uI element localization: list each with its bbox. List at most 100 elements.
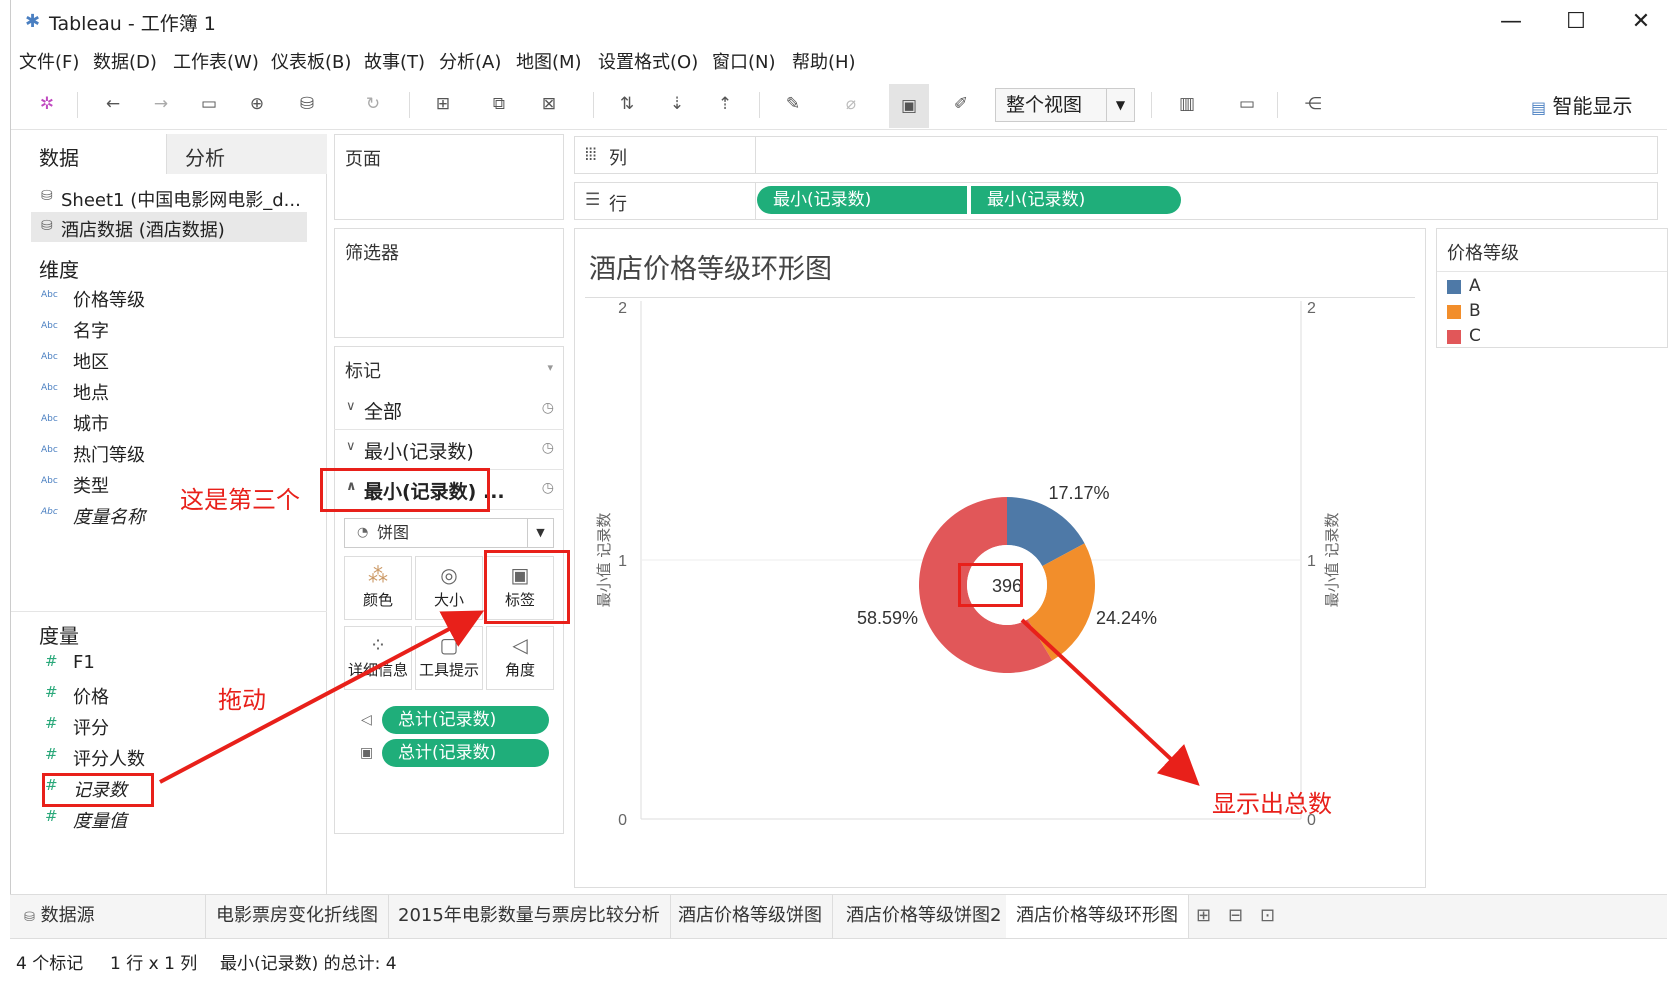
dimension-field[interactable]: Abc 名字: [41, 317, 109, 347]
color-icon: ⁂: [368, 563, 388, 587]
source-hotel[interactable]: ⛁ 酒店数据 (酒店数据): [31, 212, 307, 242]
sort-asc-icon[interactable]: ⇣: [663, 90, 691, 118]
tab-analysis[interactable]: 分析: [166, 134, 327, 174]
annotation-box-marks: [320, 468, 490, 512]
menu-analysis[interactable]: 分析(A): [439, 48, 501, 74]
tab-sheet-active[interactable]: 酒店价格等级环形图: [1006, 895, 1189, 939]
measure-field[interactable]: # F1: [41, 652, 95, 682]
highlight-icon[interactable]: ✎: [779, 90, 807, 118]
menu-map[interactable]: 地图(M): [516, 48, 582, 74]
pages-card[interactable]: 页面: [334, 134, 564, 220]
pin-axis-icon[interactable]: ✐: [947, 90, 975, 118]
dimension-field[interactable]: Abc 地区: [41, 348, 109, 378]
label-pill[interactable]: 总计(记录数): [382, 739, 549, 767]
mark-type-select[interactable]: ◔ 饼图 ▼: [344, 518, 554, 548]
new-datasource-icon[interactable]: ⊕: [243, 90, 271, 118]
legend-swatch: [1447, 280, 1461, 294]
save-icon[interactable]: ▭: [195, 90, 223, 118]
clock-icon: ◷: [541, 440, 554, 456]
dimension-field[interactable]: Abc 热门等级: [41, 441, 145, 471]
dimension-field[interactable]: Abc 地点: [41, 379, 109, 409]
maximize-button[interactable]: ☐: [1551, 6, 1601, 38]
measure-field[interactable]: # 度量值: [41, 807, 127, 837]
menu-help[interactable]: 帮助(H): [792, 48, 856, 74]
measure-field[interactable]: # 评分: [41, 714, 109, 744]
view-fit-select[interactable]: 整个视图 ▼: [995, 88, 1135, 122]
menu-story[interactable]: 故事(T): [364, 48, 425, 74]
new-worksheet-icon[interactable]: ⊞: [429, 90, 457, 118]
angle-pill[interactable]: 总计(记录数): [382, 706, 549, 734]
row-pill[interactable]: 最小(记录数): [971, 186, 1181, 214]
smart-show-icon: ▤: [1531, 98, 1547, 117]
show-labels-icon[interactable]: ▣: [889, 84, 929, 128]
swap-icon[interactable]: ⇅: [613, 90, 641, 118]
clear-sheet-icon[interactable]: ⊠: [535, 90, 563, 118]
dimension-field[interactable]: Abc 度量名称: [41, 503, 145, 533]
new-dashboard-icon[interactable]: ⊟: [1218, 895, 1253, 939]
angle-button[interactable]: ◁ 角度: [486, 626, 554, 690]
menu-window[interactable]: 窗口(N): [712, 48, 776, 74]
show-cards-icon[interactable]: ▥: [1173, 90, 1201, 118]
new-story-icon[interactable]: ⊡: [1250, 895, 1285, 939]
redo-icon[interactable]: →: [147, 90, 175, 118]
legend-item-c[interactable]: C: [1447, 326, 1481, 346]
tab-datasource[interactable]: ⛁ 数据源: [10, 895, 206, 939]
angle-icon: ◁: [512, 633, 528, 657]
legend-item-b[interactable]: B: [1447, 301, 1481, 321]
chevron-down-icon: ▼: [527, 519, 553, 547]
database-icon: ⛁: [41, 218, 53, 234]
presentation-icon[interactable]: ▭: [1233, 90, 1261, 118]
menu-data[interactable]: 数据(D): [93, 48, 157, 74]
group-icon[interactable]: ⌀: [837, 90, 865, 118]
y-tick-left: 1: [618, 553, 627, 570]
legend-swatch: [1447, 330, 1461, 344]
tab-sheet[interactable]: 酒店价格等级饼图2: [836, 895, 1013, 939]
tab-sheet[interactable]: 酒店价格等级饼图: [668, 895, 833, 939]
tooltip-button[interactable]: ▢ 工具提示: [415, 626, 483, 690]
toolbar: ✲ ← → ▭ ⊕ ⛁ ↻ ⊞ ⧉ ⊠ ⇅ ⇣ ⇡ ✎ ⌀ ▣ ✐ ▥ ▭ ⋲: [11, 80, 1667, 130]
row-pill[interactable]: 最小(记录数): [757, 186, 967, 214]
color-legend: 价格等级 A B C: [1436, 228, 1668, 348]
duplicate-sheet-icon[interactable]: ⧉: [485, 90, 513, 118]
view-fit-value: 整个视图: [1006, 94, 1083, 116]
refresh-icon[interactable]: ↻: [359, 90, 387, 118]
detail-button[interactable]: ⁘ 详细信息: [344, 626, 412, 690]
clock-icon: ◷: [541, 480, 554, 496]
menu-dashboard[interactable]: 仪表板(B): [271, 48, 351, 74]
color-button[interactable]: ⁂ 颜色: [344, 556, 412, 620]
y-axis-title-left: 最小值 记录数: [595, 513, 613, 608]
menu-file[interactable]: 文件(F): [19, 48, 79, 74]
menu-worksheet[interactable]: 工作表(W): [173, 48, 259, 74]
share-icon[interactable]: ⋲: [1299, 90, 1327, 118]
tab-sheet[interactable]: 2015年电影数量与票房比较分析: [388, 895, 671, 939]
new-sheet-icon[interactable]: ⊞: [1186, 895, 1221, 939]
sort-desc-icon[interactable]: ⇡: [711, 90, 739, 118]
tooltip-icon: ▢: [439, 633, 459, 657]
menu-format[interactable]: 设置格式(O): [598, 48, 698, 74]
clock-icon: ◷: [541, 400, 554, 416]
chevron-down-icon: ▼: [1106, 89, 1134, 121]
filters-card[interactable]: 筛选器: [334, 228, 564, 338]
marks-layer-all[interactable]: ∨ 全部 ◷: [334, 390, 564, 430]
chevron-down-icon[interactable]: ▾: [547, 361, 553, 374]
measure-field[interactable]: # 评分人数: [41, 745, 145, 775]
tab-data[interactable]: 数据: [11, 134, 166, 174]
smart-show-button[interactable]: ▤ 智能显示: [1531, 90, 1632, 119]
size-button[interactable]: ◎ 大小: [415, 556, 483, 620]
tab-sheet[interactable]: 电影票房变化折线图: [206, 895, 389, 939]
undo-icon[interactable]: ←: [99, 90, 127, 118]
legend-item-a[interactable]: A: [1447, 276, 1481, 296]
source-sheet1[interactable]: ⛁ Sheet1 (中国电影网电影_d...: [31, 182, 307, 212]
columns-shelf[interactable]: ⦙⦙⦙ 列: [574, 136, 1658, 174]
status-grid: 1 行 x 1 列: [110, 954, 198, 974]
tableau-start-icon[interactable]: ✲: [33, 90, 61, 118]
close-button[interactable]: ✕: [1616, 6, 1666, 38]
marks-layer-1[interactable]: ∨ 最小(记录数) ◷: [334, 430, 564, 470]
minimize-button[interactable]: —: [1486, 6, 1536, 38]
pause-update-icon[interactable]: ⛁: [293, 90, 321, 118]
dimension-field[interactable]: Abc 城市: [41, 410, 109, 440]
annotation-third: 这是第三个: [180, 486, 300, 514]
dimension-field[interactable]: Abc 类型: [41, 472, 109, 502]
dimension-field[interactable]: Abc 价格等级: [41, 286, 145, 316]
measure-field[interactable]: # 价格: [41, 683, 109, 713]
